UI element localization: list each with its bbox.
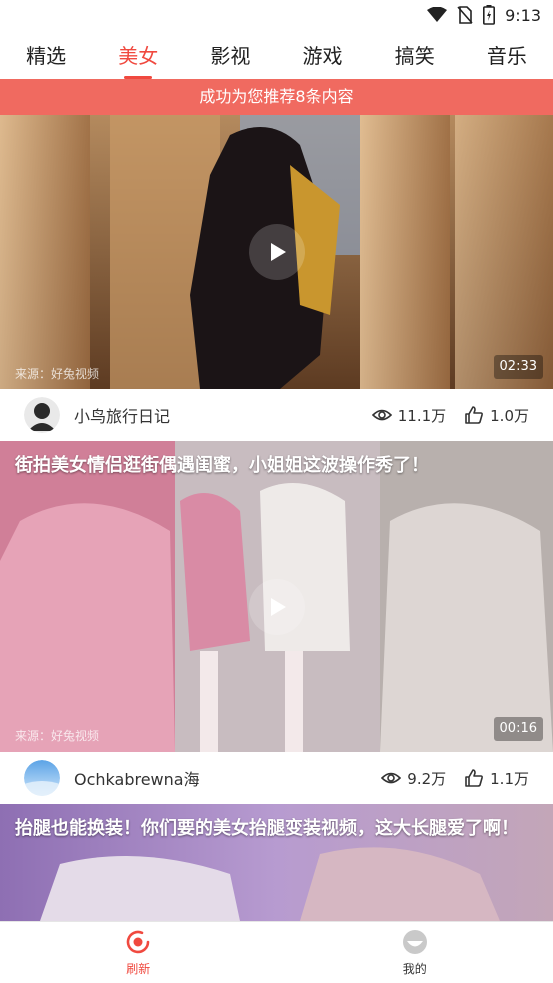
nav-mine-label: 我的 <box>402 962 427 976</box>
tab-featured[interactable]: 精选 <box>18 34 74 75</box>
view-count-value: 11.1万 <box>397 406 447 425</box>
video-meta: Ochkabrewna海 9.2万 1.1万 <box>0 752 553 804</box>
video-source: 来源：好兔视频 <box>15 729 100 743</box>
tab-beauty[interactable]: 美女 <box>110 34 166 79</box>
video-title[interactable]: 街拍美女情侣逛街偶遇闺蜜，小姐姐这波操作秀了！ <box>15 453 533 479</box>
avatar[interactable] <box>24 397 60 433</box>
clock: 9:13 <box>505 5 541 25</box>
video-duration: 00:16 <box>493 717 543 741</box>
play-icon <box>270 597 286 616</box>
like-count[interactable]: 1.0万 <box>464 405 529 426</box>
tab-music[interactable]: 音乐 <box>479 34 535 75</box>
author-name[interactable]: 小鸟旅行日记 <box>74 403 354 427</box>
play-button[interactable] <box>248 224 305 280</box>
author-name[interactable]: Ochkabrewna海 <box>74 766 363 790</box>
video-source: 来源：好兔视频 <box>15 367 100 381</box>
video-thumbnail[interactable]: 来源：好兔视频 02:33 <box>0 115 553 389</box>
play-button[interactable] <box>248 578 305 635</box>
bottom-nav: 刷新 我的 <box>0 921 553 983</box>
profile-icon <box>402 930 427 954</box>
video-meta: 小鸟旅行日记 11.1万 1.0万 <box>0 389 553 441</box>
like-count-value: 1.0万 <box>490 406 529 425</box>
category-tabs: 精选 美女 影视 游戏 搞笑 音乐 <box>0 30 553 79</box>
video-duration: 02:33 <box>493 355 543 379</box>
status-bar: 9:13 <box>0 0 553 30</box>
play-icon <box>270 243 286 261</box>
wifi-icon <box>427 7 448 22</box>
recommend-toast: 成功为您推荐8条内容 <box>0 79 553 115</box>
like-count[interactable]: 1.1万 <box>464 768 529 789</box>
video-thumbnail[interactable]: 街拍美女情侣逛街偶遇闺蜜，小姐姐这波操作秀了！ 来源：好兔视频 00:16 <box>0 441 553 752</box>
view-count: 9.2万 <box>381 768 446 789</box>
battery-icon <box>483 5 496 25</box>
nav-refresh-label: 刷新 <box>126 962 151 976</box>
nav-refresh[interactable]: 刷新 <box>0 922 277 983</box>
thumbs-up-icon <box>465 769 484 787</box>
view-count: 11.1万 <box>371 405 447 426</box>
view-count-value: 9.2万 <box>407 769 447 788</box>
tab-funny[interactable]: 搞笑 <box>387 34 443 75</box>
video-thumbnail[interactable]: 抬腿也能换装！你们要的美女抬腿变装视频，这大长腿爱了啊！ <box>0 804 553 921</box>
thumbs-up-icon <box>465 406 484 424</box>
no-sim-icon <box>457 6 473 24</box>
tab-film[interactable]: 影视 <box>202 34 258 75</box>
avatar[interactable] <box>24 760 60 796</box>
video-title[interactable]: 抬腿也能换装！你们要的美女抬腿变装视频，这大长腿爱了啊！ <box>15 816 533 842</box>
eye-icon <box>371 409 392 421</box>
refresh-icon <box>126 930 150 954</box>
like-count-value: 1.1万 <box>490 769 529 788</box>
eye-icon <box>381 772 402 784</box>
tab-games[interactable]: 游戏 <box>295 34 351 75</box>
nav-mine[interactable]: 我的 <box>277 922 553 983</box>
